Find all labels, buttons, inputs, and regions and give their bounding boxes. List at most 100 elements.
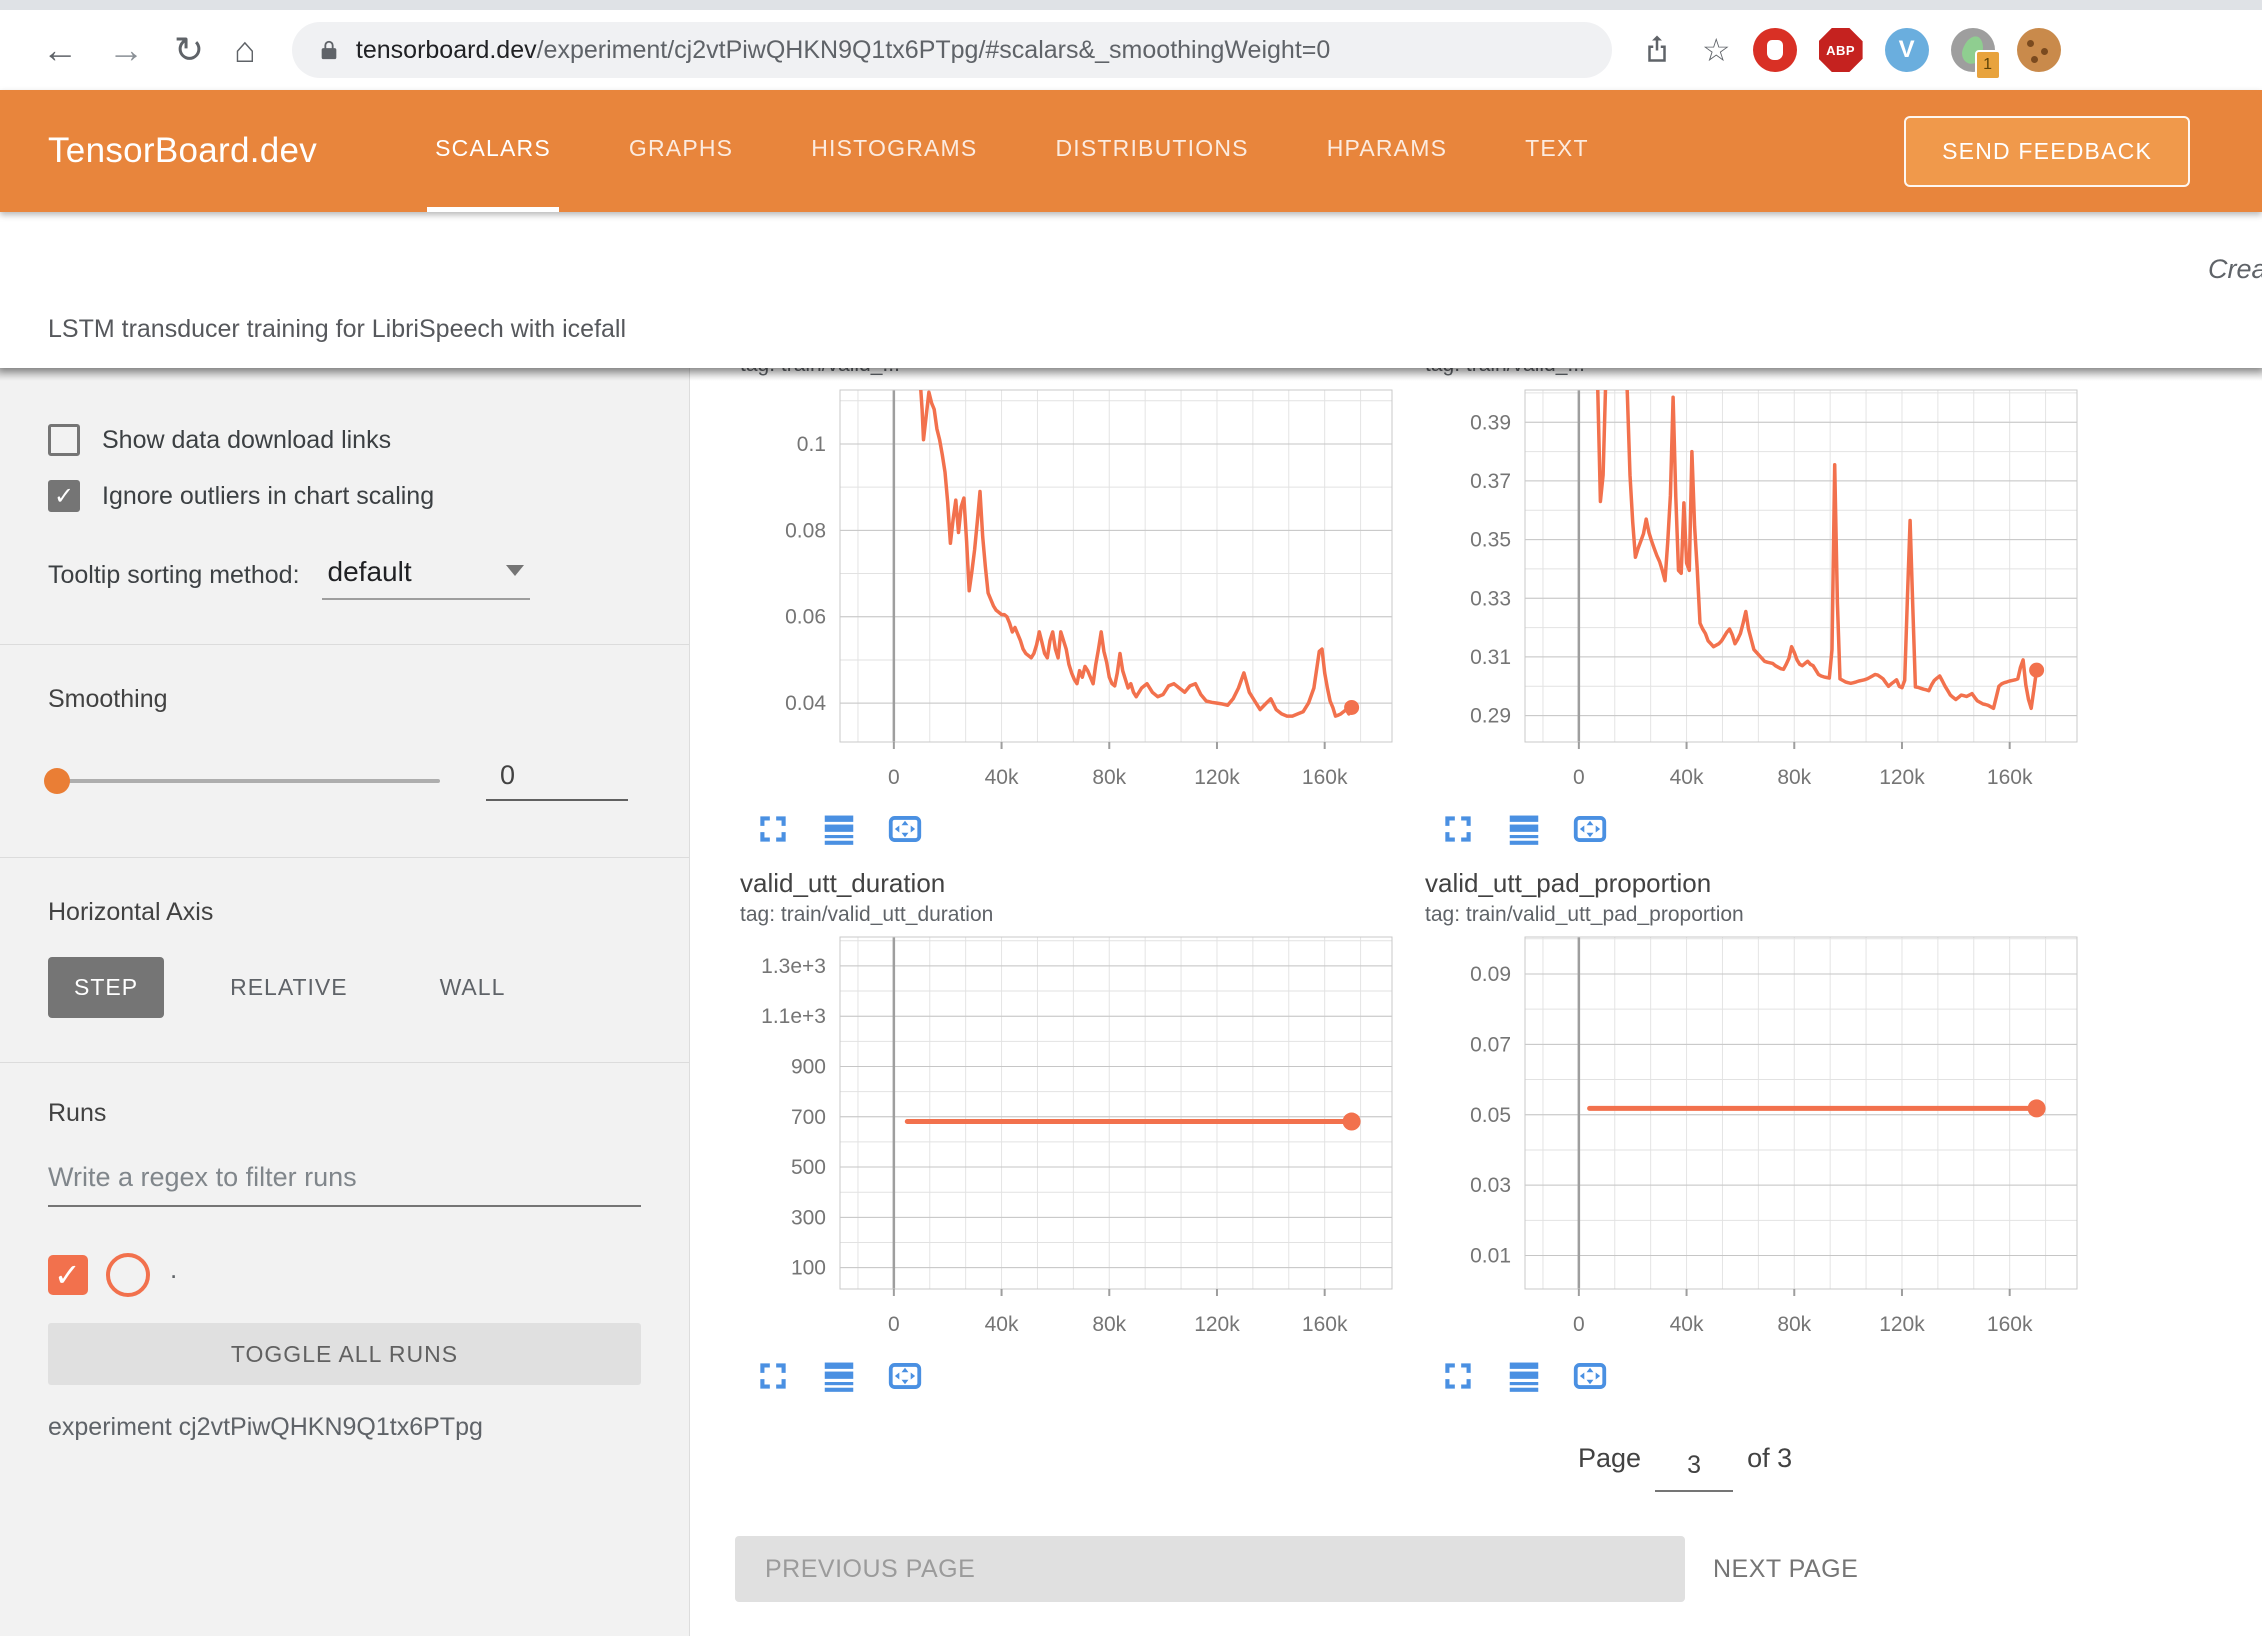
ignore-outliers-row[interactable]: Ignore outliers in chart scaling [48, 480, 641, 512]
address-bar[interactable]: tensorboard.dev/experiment/cj2vtPiwQHKN9… [292, 22, 1612, 78]
show-download-links-label: Show data download links [102, 426, 391, 455]
axis-wall-button[interactable]: WALL [414, 957, 532, 1018]
lock-icon [318, 39, 340, 61]
svg-text:120k: 120k [1194, 766, 1240, 789]
svg-text:0: 0 [1573, 1313, 1585, 1336]
chart-title: valid_utt_duration [740, 868, 1400, 899]
data-lines-icon [820, 1357, 858, 1395]
chart-card: tag: train/valid_... 040k80k120k160k0.29… [1425, 368, 2085, 848]
runs-selector-button[interactable] [820, 810, 858, 848]
svg-text:0.04: 0.04 [785, 692, 826, 715]
notification-badge: 1 [1975, 50, 2001, 80]
scalar-line-chart[interactable]: 040k80k120k160k0.290.310.330.350.370.39 [1425, 384, 2085, 804]
scalar-line-chart[interactable]: 040k80k120k160k0.040.060.080.1 [740, 384, 1400, 804]
tab-scalars[interactable]: SCALARS [427, 90, 559, 212]
svg-text:160k: 160k [1302, 766, 1348, 789]
fullscreen-icon [754, 810, 792, 848]
run-checkbox-checked-icon[interactable] [48, 1255, 88, 1295]
chart-tag-clipped: tag: train/valid_... [740, 368, 1400, 380]
checkbox-unchecked-icon[interactable] [48, 424, 80, 456]
runs-selector-button[interactable] [820, 1357, 858, 1395]
chevron-down-icon [506, 565, 524, 576]
previous-page-button[interactable]: PREVIOUS PAGE [735, 1536, 1685, 1602]
next-page-button[interactable]: NEXT PAGE [1713, 1536, 1858, 1602]
svg-text:120k: 120k [1879, 1313, 1925, 1336]
svg-text:1.1e+3: 1.1e+3 [761, 1005, 826, 1028]
chart-tag: tag: train/valid_utt_duration [740, 903, 1400, 927]
axis-step-button[interactable]: STEP [48, 957, 164, 1018]
scalar-line-chart[interactable]: 040k80k120k160k1003005007009001.1e+31.3e… [740, 931, 1400, 1351]
expand-chart-button[interactable] [754, 1357, 792, 1395]
svg-text:900: 900 [791, 1055, 826, 1078]
axis-relative-button[interactable]: RELATIVE [204, 957, 374, 1018]
nav-tabs: SCALARS GRAPHS HISTOGRAMS DISTRIBUTIONS … [427, 90, 1597, 212]
fit-domain-button[interactable] [1571, 1357, 1609, 1395]
smoothing-label: Smoothing [48, 685, 641, 714]
fit-domain-button[interactable] [886, 1357, 924, 1395]
tab-graphs[interactable]: GRAPHS [621, 90, 741, 212]
tooltip-sorting-row: Tooltip sorting method: default [48, 556, 641, 600]
back-icon[interactable]: ← [42, 32, 78, 68]
svg-text:100: 100 [791, 1257, 826, 1280]
checkbox-checked-icon[interactable] [48, 480, 80, 512]
runs-selector-button[interactable] [1505, 810, 1543, 848]
svg-text:160k: 160k [1302, 1313, 1348, 1336]
svg-text:0.39: 0.39 [1470, 411, 1511, 434]
fullscreen-icon [1439, 1357, 1477, 1395]
show-download-links-row[interactable]: Show data download links [48, 424, 641, 456]
fit-domain-button[interactable] [886, 810, 924, 848]
svg-text:0.07: 0.07 [1470, 1033, 1511, 1056]
experiment-subheader: Crea LSTM transducer training for LibriS… [0, 212, 2262, 368]
svg-text:0.31: 0.31 [1470, 646, 1511, 669]
smoothing-value-input[interactable]: 0 [486, 760, 628, 801]
chart-actions [1425, 810, 2085, 848]
chart-tag-clipped: tag: train/valid_... [1425, 368, 2085, 380]
v-extension-icon[interactable]: V [1885, 28, 1929, 72]
svg-text:120k: 120k [1194, 1313, 1240, 1336]
charts-panel: tag: train/valid_... 0 40k 80k 120k 160k 0.04… [690, 368, 2262, 1636]
profile-avatar[interactable]: 1 [1951, 28, 1995, 72]
toggle-all-runs-button[interactable]: TOGGLE ALL RUNS [48, 1323, 641, 1385]
svg-text:1.3e+3: 1.3e+3 [761, 955, 826, 978]
runs-selector-button[interactable] [1505, 1357, 1543, 1395]
svg-text:40k: 40k [1670, 766, 1704, 789]
runs-filter-input[interactable] [48, 1162, 641, 1207]
cookie-extension-icon[interactable] [2017, 28, 2061, 72]
browser-chrome: ← → ↻ ⌂ tensorboard.dev/experiment/cj2vt… [0, 0, 2262, 91]
forward-icon[interactable]: → [108, 32, 144, 68]
slider-thumb[interactable] [44, 768, 70, 794]
reload-icon[interactable]: ↻ [174, 32, 204, 68]
send-feedback-button[interactable]: SEND FEEDBACK [1904, 116, 2190, 187]
tab-text[interactable]: TEXT [1517, 90, 1597, 212]
data-lines-icon [1505, 1357, 1543, 1395]
run-color-circle-icon[interactable] [106, 1253, 150, 1297]
tab-distributions[interactable]: DISTRIBUTIONS [1047, 90, 1256, 212]
expand-chart-button[interactable] [1439, 810, 1477, 848]
page-number-input[interactable]: 3 [1655, 1451, 1733, 1492]
bookmark-star-icon[interactable]: ☆ [1702, 34, 1731, 66]
expand-chart-button[interactable] [1439, 1357, 1477, 1395]
svg-text:0: 0 [888, 1313, 900, 1336]
svg-text:0.01: 0.01 [1470, 1245, 1511, 1268]
fit-domain-button[interactable] [1571, 810, 1609, 848]
tab-histograms[interactable]: HISTOGRAMS [803, 90, 985, 212]
settings-sidebar: Show data download links Ignore outliers… [0, 368, 690, 1636]
adblock-extension-icon[interactable] [1753, 28, 1797, 72]
brand-logo[interactable]: TensorBoard.dev [48, 131, 317, 171]
fullscreen-icon [754, 1357, 792, 1395]
fit-to-data-icon [1571, 1357, 1609, 1395]
smoothing-slider[interactable] [48, 779, 440, 783]
tab-hparams[interactable]: HPARAMS [1319, 90, 1455, 212]
share-icon[interactable] [1642, 33, 1672, 68]
svg-text:0.09: 0.09 [1470, 963, 1511, 986]
svg-text:160k: 160k [1987, 1313, 2033, 1336]
home-icon[interactable]: ⌂ [234, 32, 256, 68]
tooltip-sorting-select[interactable]: default [322, 556, 530, 600]
horizontal-axis-buttons: STEP RELATIVE WALL [48, 957, 641, 1018]
expand-chart-button[interactable] [754, 810, 792, 848]
scalar-line-chart[interactable]: 040k80k120k160k0.010.030.050.070.09 [1425, 931, 2085, 1351]
svg-text:40k: 40k [985, 766, 1019, 789]
svg-text:80k: 80k [1777, 1313, 1811, 1336]
run-name: . [170, 1254, 177, 1285]
abp-extension-icon[interactable]: ABP [1819, 28, 1863, 72]
